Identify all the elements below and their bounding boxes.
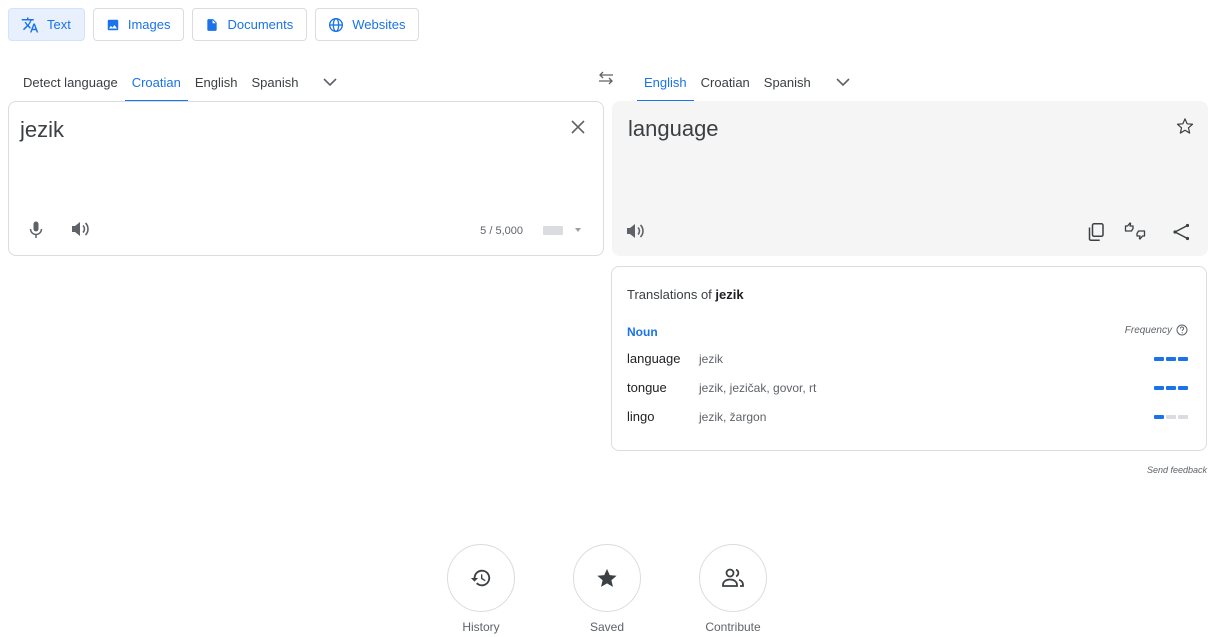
copy-translation-button[interactable] (1088, 223, 1104, 246)
chevron-down-icon (323, 77, 338, 86)
chevron-down-icon (836, 77, 850, 86)
saved-circle[interactable] (573, 544, 641, 612)
send-feedback-link[interactable]: Send feedback (1147, 465, 1207, 475)
history-circle[interactable] (447, 544, 515, 612)
frequency-bars (1154, 357, 1188, 361)
target-language-bar: English Croatian Spanish (637, 62, 850, 102)
people-icon (722, 568, 744, 587)
voice-input-button[interactable] (29, 221, 43, 244)
target-lang-croatian[interactable]: Croatian (694, 62, 757, 102)
thumbs-up-down-icon (1124, 222, 1146, 240)
dictionary-title-prefix: Translations of (627, 287, 712, 302)
dictionary-translations: jezik, žargon (699, 410, 767, 424)
dictionary-translations: jezik, jezičak, govor, rt (699, 381, 817, 395)
tab-images-label: Images (127, 17, 171, 32)
tab-documents-label: Documents (227, 17, 294, 32)
contribute-circle[interactable] (699, 544, 767, 612)
source-lang-detect[interactable]: Detect language (16, 62, 125, 102)
dictionary-title: Translations of jezik (627, 287, 744, 302)
copy-icon (1088, 223, 1104, 241)
dictionary-translations: jezik (699, 352, 724, 366)
contribute-label: Contribute (705, 620, 761, 634)
frequency-header: Frequency (1125, 324, 1188, 336)
source-toolbar: 5 / 5,000 (9, 215, 603, 247)
share-translation-button[interactable] (1172, 223, 1190, 246)
dictionary-word: language (627, 351, 681, 366)
source-lang-croatian[interactable]: Croatian (124, 62, 188, 102)
saved-button[interactable]: Saved (573, 544, 641, 634)
history-icon (470, 569, 491, 587)
star-icon (597, 568, 617, 587)
help-icon[interactable] (1176, 324, 1188, 336)
translation-panel: language (612, 101, 1208, 256)
listen-translation-button[interactable] (626, 223, 644, 244)
dictionary-panel: Translations of jezik Noun Frequency lan… (611, 266, 1207, 451)
star-outline-icon (1176, 118, 1194, 134)
history-label: History (462, 620, 500, 634)
source-lang-english[interactable]: English (188, 62, 245, 102)
swap-languages-button[interactable] (596, 70, 616, 91)
source-input[interactable]: jezik (20, 117, 64, 143)
character-count: 5 / 5,000 (480, 225, 523, 237)
image-icon (107, 19, 119, 30)
translate-icon (21, 17, 39, 32)
source-text-panel: jezik 5 / 5,000 (8, 101, 604, 256)
dictionary-row[interactable]: language jezik (627, 349, 1188, 369)
input-tools-dropdown[interactable] (575, 228, 581, 232)
translation-output: language (628, 116, 719, 141)
dictionary-title-word: jezik (715, 287, 744, 302)
saved-label: Saved (589, 620, 625, 634)
speaker-icon (72, 222, 89, 236)
rate-translation-button[interactable] (1124, 222, 1146, 245)
frequency-label: Frequency (1124, 324, 1172, 336)
tab-text-label: Text (47, 17, 71, 32)
globe-icon (329, 17, 344, 32)
document-icon (207, 18, 218, 31)
target-lang-spanish[interactable]: Spanish (757, 62, 818, 102)
save-translation-button[interactable] (1176, 117, 1194, 140)
target-more-languages-button[interactable] (836, 77, 850, 87)
tab-websites[interactable]: Websites (315, 8, 420, 41)
target-lang-english[interactable]: English (637, 62, 694, 102)
dictionary-row[interactable]: lingo jezik, žargon (627, 407, 1188, 427)
listen-source-button[interactable] (71, 221, 89, 242)
dictionary-word: lingo (627, 409, 655, 424)
tab-websites-label: Websites (352, 17, 406, 32)
tab-images[interactable]: Images (92, 8, 185, 41)
dictionary-word: tongue (627, 380, 667, 395)
swap-icon (599, 71, 613, 85)
microphone-icon (29, 221, 43, 238)
part-of-speech: Noun (627, 325, 658, 339)
frequency-bars (1154, 415, 1188, 419)
close-icon (571, 120, 585, 134)
clear-source-button[interactable] (571, 120, 585, 139)
share-icon (1173, 223, 1190, 241)
tab-documents[interactable]: Documents (192, 8, 308, 41)
speaker-icon (627, 224, 644, 238)
tab-text[interactable]: Text (8, 8, 85, 41)
dictionary-row[interactable]: tongue jezik, jezičak, govor, rt (627, 378, 1188, 398)
keyboard-icon[interactable] (543, 226, 563, 235)
frequency-bars (1154, 386, 1188, 390)
mode-tabs: Text Images Documents Websites (8, 8, 420, 41)
source-more-languages-button[interactable] (323, 77, 338, 87)
source-lang-spanish[interactable]: Spanish (244, 62, 305, 102)
contribute-button[interactable]: Contribute (699, 544, 767, 634)
history-button[interactable]: History (447, 544, 515, 634)
source-language-bar: Detect language Croatian English Spanish (16, 62, 338, 102)
